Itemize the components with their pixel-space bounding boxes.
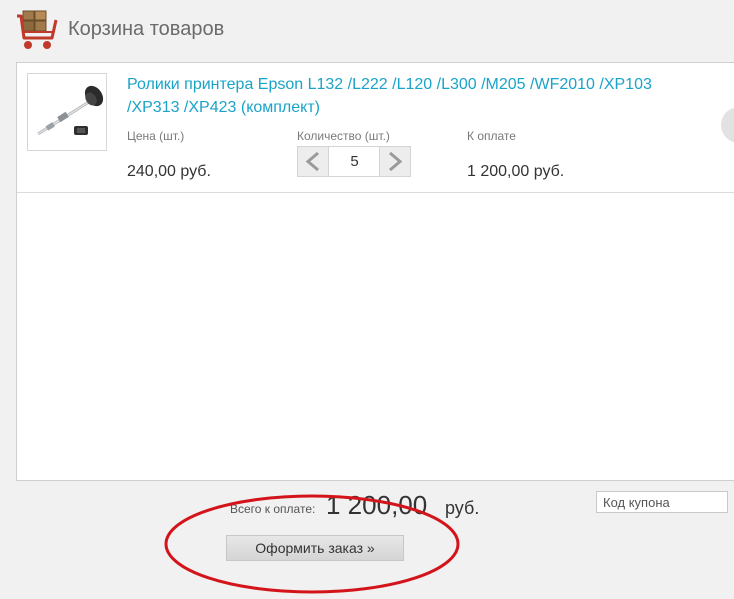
cart-header: Корзина товаров — [0, 0, 734, 62]
chevron-right-icon — [389, 151, 403, 172]
quantity-label: Количество (шт.) — [297, 129, 390, 143]
product-thumbnail[interactable] — [27, 73, 107, 151]
cart-items-panel: Ролики принтера Epson L132 /L222 /L120 /… — [16, 62, 734, 481]
order-total-value: 1 200,00 — [326, 490, 428, 520]
remove-item-handle[interactable] — [721, 107, 734, 143]
product-name-link[interactable]: Ролики принтера Epson L132 /L222 /L120 /… — [127, 73, 687, 119]
order-total-currency: руб. — [445, 498, 480, 518]
quantity-stepper — [297, 146, 411, 177]
price-value: 240,00 руб. — [127, 163, 211, 180]
price-label: Цена (шт.) — [127, 129, 185, 143]
coupon-code-input[interactable] — [596, 491, 728, 513]
order-total-label: Всего к оплате: — [230, 502, 316, 516]
item-total-value: 1 200,00 руб. — [467, 163, 565, 180]
chevron-left-icon — [305, 151, 319, 172]
increase-quantity-button[interactable] — [379, 147, 410, 176]
place-order-button[interactable]: Оформить заказ » — [226, 535, 404, 561]
shopping-cart-icon — [14, 8, 60, 52]
page-title: Корзина товаров — [68, 18, 225, 40]
decrease-quantity-button[interactable] — [298, 147, 329, 176]
quantity-input[interactable] — [329, 147, 380, 176]
cart-item: Ролики принтера Epson L132 /L222 /L120 /… — [17, 63, 734, 193]
item-total-label: К оплате — [467, 129, 516, 143]
printer-roller-image — [28, 74, 106, 150]
